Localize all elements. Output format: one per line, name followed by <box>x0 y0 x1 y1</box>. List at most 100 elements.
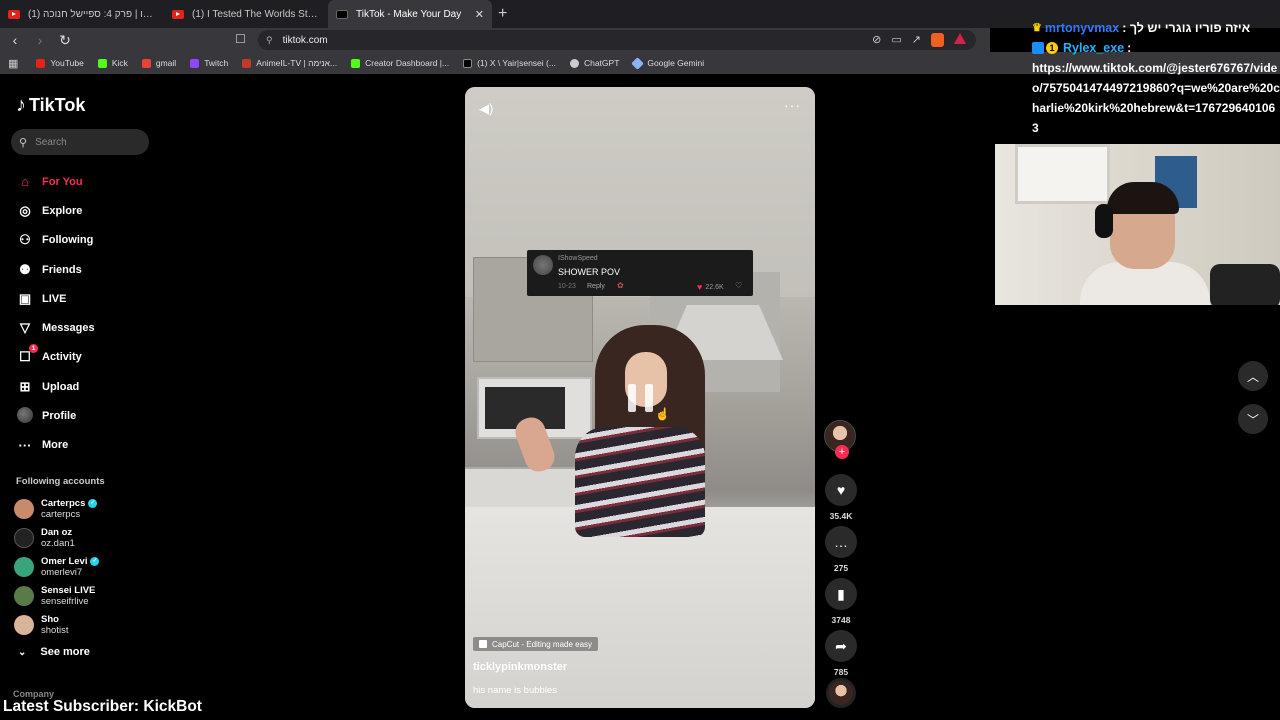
share-icon: ➦ <box>835 637 847 654</box>
sidebar-item-following[interactable]: ⚇ Following <box>16 226 95 255</box>
pause-icon[interactable] <box>628 384 653 412</box>
previous-video-button[interactable]: ︿ <box>1238 361 1268 391</box>
bookmark-gmail[interactable]: gmail <box>141 58 176 68</box>
tiktok-logo[interactable]: ♪ TikTok <box>16 94 85 117</box>
bookmark-kick[interactable]: Kick <box>97 58 128 68</box>
more-options-icon[interactable]: ··· <box>784 97 801 113</box>
capcut-anchor[interactable]: CapCut - Editing made easy <box>473 637 599 651</box>
bookmark-twitch[interactable]: Twitch <box>190 58 228 68</box>
search-placeholder: Search <box>35 136 67 148</box>
brave-shields-icon[interactable] <box>931 33 944 47</box>
heart-icon: ♥ <box>836 482 846 498</box>
more-icon: ··· <box>18 437 32 453</box>
following-accounts-title: Following accounts <box>16 476 105 487</box>
bookmark-x[interactable]: (1) X \ Yair|sensei (... <box>463 58 556 68</box>
sidebar-item-live[interactable]: ▣ LIVE <box>16 284 95 313</box>
bookmark-icon[interactable]: ☐ <box>235 32 246 46</box>
bookmark-youtube[interactable]: YouTube <box>36 58 84 68</box>
account-name: Sensei LIVE <box>41 585 96 597</box>
video-player[interactable]: ◀) ··· IShowSpeed SHOWER POV 10-23 Reply… <box>465 87 815 708</box>
webcam-feed <box>995 144 1280 305</box>
sidebar-item-activity[interactable]: ☐ 1 Activity <box>16 343 95 372</box>
sidebar-nav: ⌂ For You ◎ Explore ⚇ Following ⚉ Friends ▣ L… <box>16 167 95 460</box>
follow-plus-icon[interactable]: + <box>835 445 849 459</box>
comment-reply-link: Reply <box>587 283 605 290</box>
url-text: tiktok.com <box>282 34 328 46</box>
brave-rewards-icon[interactable] <box>954 33 966 44</box>
like-button[interactable]: ♥ <box>825 474 857 506</box>
account-name: Carterpcs <box>41 497 86 509</box>
comment-icon: … <box>834 534 848 550</box>
chat-username: mrtonyvmax <box>1044 21 1120 35</box>
creator-avatar[interactable]: + <box>824 420 856 459</box>
new-tab-button[interactable]: + <box>498 5 507 23</box>
sidebar-item-for-you[interactable]: ⌂ For You <box>16 167 95 196</box>
close-icon[interactable]: ✕ <box>475 8 484 21</box>
sidebar-item-label: For You <box>42 175 83 188</box>
volume-icon[interactable]: ◀) <box>479 101 493 117</box>
webcam-chair <box>1210 264 1280 305</box>
following-account[interactable]: Sensei LIVE senseifrlive <box>14 582 99 611</box>
address-bar-actions: ⊘ ▭ ↗ <box>872 33 966 47</box>
following-account[interactable]: Sho shotist <box>14 611 99 640</box>
apps-grid-icon[interactable]: ▦ <box>8 57 18 70</box>
share-icon[interactable]: ↗ <box>912 33 921 47</box>
account-name: Sho <box>41 614 59 626</box>
sidebar-item-profile[interactable]: Profile <box>16 401 95 430</box>
comment-button[interactable]: … <box>825 526 857 558</box>
sidebar-item-upload[interactable]: ⊞ Upload <box>16 372 95 401</box>
next-video-button[interactable]: ﹀ <box>1238 404 1268 434</box>
tiktok-icon <box>336 9 348 19</box>
search-input[interactable]: ⚲ Search <box>11 129 149 155</box>
bookmark-creator-dashboard[interactable]: Creator Dashboard |... <box>351 58 449 68</box>
chatgpt-icon <box>569 58 579 68</box>
address-bar[interactable]: ⚲ tiktok.com ⊘ ▭ ↗ <box>258 30 976 50</box>
live-icon: ▣ <box>18 290 32 306</box>
bookmark-animeil[interactable]: AnimeIL-TV | אנימה... <box>242 58 337 68</box>
action-rail: + ♥ 35.4K … 275 ▮ 3748 ➦ 785 <box>824 420 858 679</box>
bookmark-label: ChatGPT <box>583 58 620 68</box>
headset-icon <box>1095 204 1113 238</box>
video-description: his name is bubbles <box>473 685 557 696</box>
browser-tab-2[interactable]: (1) I Tested The Worlds Strongest Energy <box>164 0 328 28</box>
sidebar-item-more[interactable]: ··· More <box>16 431 95 460</box>
sidebar-item-friends[interactable]: ⚉ Friends <box>16 255 95 284</box>
avatar <box>14 527 34 548</box>
activity-icon: ☐ 1 <box>16 344 38 365</box>
share-button[interactable]: ➦ <box>825 630 857 662</box>
crown-icon: ♛ <box>1032 22 1042 34</box>
following-account[interactable]: Carterpcs ✓ carterpcs <box>14 494 99 523</box>
bookmark-label: Creator Dashboard |... <box>365 58 450 68</box>
cast-icon[interactable]: ▭ <box>891 33 901 47</box>
see-more-button[interactable]: ⌄ See more <box>18 646 90 658</box>
bookmark-label: (1) X \ Yair|sensei (... <box>477 58 556 68</box>
home-icon: ⌂ <box>21 174 29 190</box>
bookmark-gemini[interactable]: Google Gemini <box>631 56 704 70</box>
bookmark-icon: ▮ <box>837 585 845 602</box>
pinned-comment-card: IShowSpeed SHOWER POV 10-23 Reply ✿ ♥ 22.… <box>527 250 753 296</box>
save-button[interactable]: ▮ <box>825 578 857 610</box>
reload-icon[interactable]: ↻ <box>55 32 75 49</box>
sidebar-item-label: Profile <box>42 410 77 423</box>
video-author[interactable]: ticklypinkmonster <box>473 661 567 673</box>
kick-icon <box>97 58 107 68</box>
comment-user: IShowSpeed <box>558 255 598 262</box>
no-tracking-icon[interactable]: ⊘ <box>872 33 881 47</box>
browser-tab-tiktok[interactable]: TikTok - Make Your Day ✕ <box>328 0 492 28</box>
chat-text: : איזה פוריו גוגרי יש לך <box>1122 21 1251 35</box>
sidebar-item-messages[interactable]: ▽ Messages <box>16 313 95 342</box>
sidebar-item-label: Following <box>42 234 94 247</box>
forward-icon[interactable]: › <box>30 32 50 48</box>
browser-tab-1[interactable]: (1) הכל חראו | פרק 4: ספיישל חנוכה <box>0 0 164 28</box>
verified-icon: ✓ <box>88 498 98 508</box>
bookmark-label: YouTube <box>50 58 84 68</box>
animeil-icon <box>242 58 252 68</box>
back-icon[interactable]: ‹ <box>5 32 25 48</box>
youtube-icon <box>36 58 46 68</box>
music-disc-avatar[interactable] <box>826 678 856 708</box>
following-account[interactable]: Dan oz oz.dan1 <box>14 523 99 552</box>
following-account[interactable]: Omer Levi ✓ omerlevi7 <box>14 552 100 581</box>
site-info-icon[interactable]: ⚲ <box>266 35 273 46</box>
sidebar-item-explore[interactable]: ◎ Explore <box>16 196 95 225</box>
bookmark-chatgpt[interactable]: ChatGPT <box>569 58 620 68</box>
